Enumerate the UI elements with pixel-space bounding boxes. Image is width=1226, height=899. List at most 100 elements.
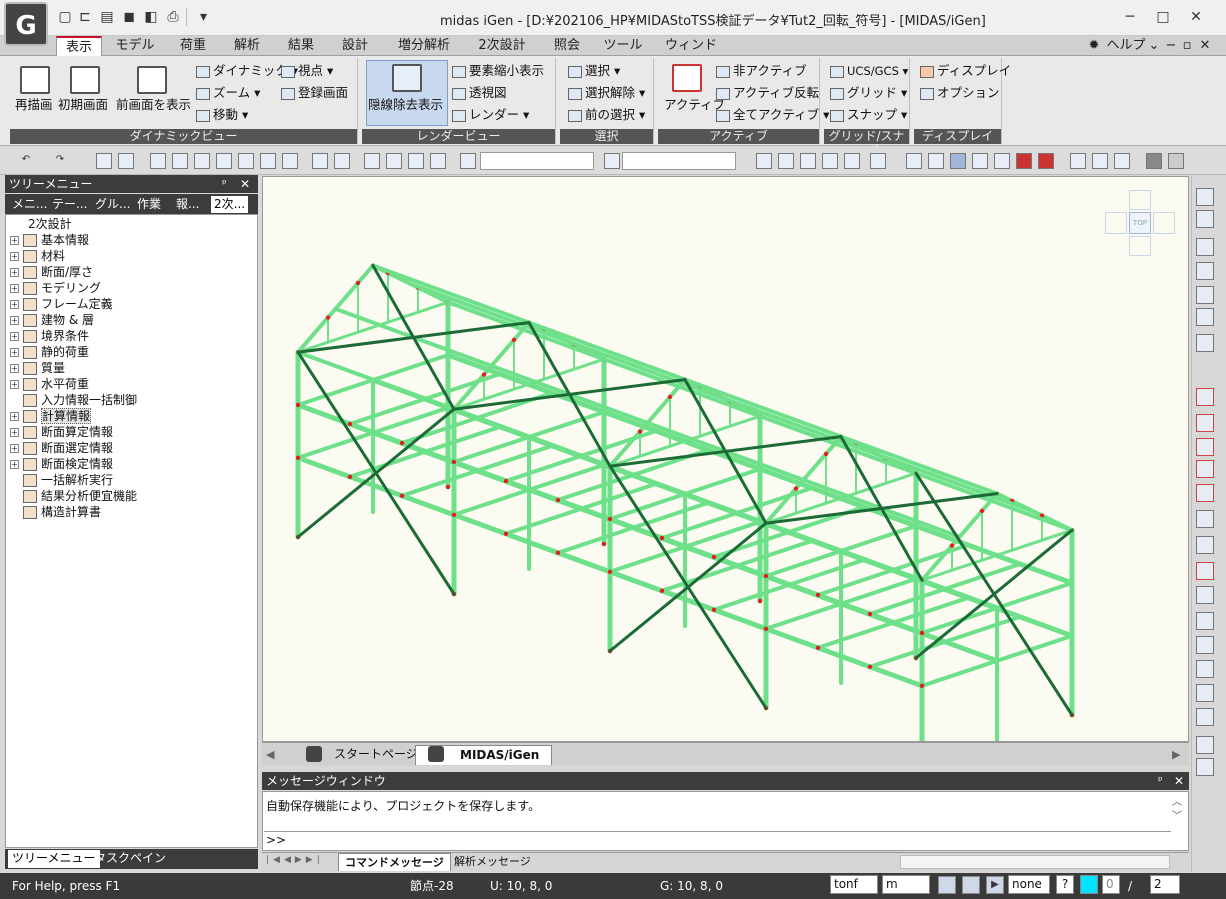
tab-model[interactable]: モデル <box>112 36 158 56</box>
select-element-icon[interactable] <box>118 153 134 169</box>
activate-all-icon[interactable] <box>822 153 838 169</box>
unselect-window-icon[interactable] <box>386 153 402 169</box>
tab-incremental[interactable]: 増分解析 <box>392 36 456 56</box>
app-logo-icon[interactable]: G <box>4 2 48 46</box>
node-marker[interactable] <box>867 611 873 617</box>
tree-item[interactable]: + 質量 <box>10 360 65 376</box>
tab-report[interactable]: 報... <box>176 196 199 213</box>
redraw-icon[interactable] <box>20 66 50 94</box>
tab-task-pane[interactable]: タスクペイン <box>90 850 170 868</box>
node-marker[interactable] <box>451 512 457 517</box>
tab-scroll-left-icon[interactable]: ◀ <box>266 748 274 761</box>
view-top-icon[interactable] <box>1196 286 1214 304</box>
shrink-button[interactable]: 要素縮小表示 <box>452 62 544 80</box>
tree-item[interactable]: + 断面検定情報 <box>10 456 113 472</box>
unselect-button[interactable]: 選択解除 ▾ <box>568 84 645 102</box>
node-marker[interactable] <box>919 683 925 688</box>
tree-item[interactable]: 一括解析実行 <box>10 472 113 488</box>
tab-menu[interactable]: メニ... <box>12 196 47 213</box>
view-cube-front[interactable] <box>1129 236 1151 256</box>
node-marker[interactable] <box>347 474 353 479</box>
expand-icon[interactable]: + <box>10 444 19 453</box>
tab-work[interactable]: 作業 <box>137 196 161 213</box>
node-marker[interactable] <box>295 455 301 460</box>
tree-item[interactable]: 結果分析便宜機能 <box>10 488 137 504</box>
undo-icon[interactable]: ↶ <box>18 153 34 169</box>
display-red-icon[interactable] <box>1016 153 1032 169</box>
viewpoint-button[interactable]: 視点 ▾ <box>281 62 333 80</box>
message-tab-nav-icon[interactable]: |◀◀▶▶| <box>266 855 324 865</box>
initial-view-icon[interactable] <box>70 66 100 94</box>
fit-icon[interactable] <box>1196 586 1214 604</box>
node-marker[interactable] <box>711 554 717 560</box>
node-marker[interactable] <box>295 402 301 408</box>
select-intersect-icon[interactable] <box>216 153 232 169</box>
node-marker[interactable] <box>815 645 821 650</box>
tab-design[interactable]: 設計 <box>334 36 376 56</box>
message-hscrollbar[interactable] <box>900 855 1170 869</box>
snap-button[interactable]: スナップ ▾ <box>830 106 907 124</box>
perspective-tb-icon[interactable] <box>928 153 944 169</box>
node-marker[interactable] <box>793 486 799 491</box>
view-cube-top[interactable]: TOP <box>1129 212 1151 234</box>
tab-secondary[interactable]: 2次... <box>211 196 249 213</box>
tab-table[interactable]: テー... <box>52 196 87 213</box>
select-single-icon[interactable] <box>150 153 166 169</box>
node-marker[interactable] <box>555 497 561 503</box>
coords-icon[interactable] <box>1196 238 1214 256</box>
page-total-input[interactable]: 2 <box>1150 875 1180 894</box>
unlock-icon[interactable] <box>1168 153 1184 169</box>
node-marker[interactable] <box>979 508 985 514</box>
tab-command-message[interactable]: コマンドメッセージ <box>338 853 451 871</box>
tab-scroll-right-icon[interactable]: ▶ <box>1172 748 1180 761</box>
view-rotate-icon[interactable] <box>1196 334 1214 352</box>
zoom-in-icon[interactable] <box>1196 414 1214 432</box>
named-view-button[interactable]: 登録画面 <box>281 84 348 102</box>
axis-icon[interactable] <box>1196 708 1214 726</box>
open-recent-icon[interactable]: ▤ <box>98 8 116 26</box>
zoom-dynamic-icon[interactable] <box>1196 484 1214 502</box>
perspective-button[interactable]: 透視図 <box>452 84 507 102</box>
page-current-input[interactable]: 0 <box>1102 875 1120 894</box>
expand-icon[interactable]: + <box>10 332 19 341</box>
tree-item[interactable]: + 静的荷重 <box>10 344 89 360</box>
activate-icon[interactable] <box>756 153 772 169</box>
query-icon[interactable] <box>312 153 328 169</box>
redo-icon[interactable]: ↷ <box>52 153 68 169</box>
expand-icon[interactable]: + <box>10 268 19 277</box>
ucs-gcs-button[interactable]: UCS/GCS ▾ <box>830 62 908 80</box>
node-marker[interactable] <box>607 569 613 574</box>
node-marker[interactable] <box>503 478 509 484</box>
node-marker[interactable] <box>637 429 643 434</box>
node-marker[interactable] <box>763 626 769 631</box>
tree-item[interactable]: + 計算情報 <box>10 408 92 424</box>
shade-icon[interactable] <box>994 153 1010 169</box>
node-marker[interactable] <box>659 535 665 541</box>
invert-active-button[interactable]: アクティブ反転 <box>716 84 819 102</box>
unselect-polygon-icon[interactable] <box>408 153 424 169</box>
previous-view-icon[interactable] <box>137 66 167 94</box>
tab-analysis-message[interactable]: 解析メッセージ <box>448 853 537 871</box>
view-cube[interactable]: TOP <box>1105 190 1177 260</box>
length-unit-select[interactable]: m <box>882 875 930 894</box>
grid-button[interactable]: グリッド ▾ <box>830 84 907 102</box>
node-marker[interactable] <box>355 280 361 286</box>
display-button[interactable]: ディスプレイ <box>920 62 1011 80</box>
tab-view[interactable]: 表示 <box>56 36 102 57</box>
tab-query[interactable]: 照会 <box>546 36 588 56</box>
zoom-fit-icon[interactable] <box>906 153 922 169</box>
expand-icon[interactable]: + <box>10 284 19 293</box>
select-by-id-icon[interactable] <box>460 153 476 169</box>
tree-item[interactable]: + 断面/厚さ <box>10 264 93 280</box>
minimize-button[interactable]: ─ <box>1114 6 1146 28</box>
node-id-input[interactable] <box>480 152 594 170</box>
help-menu[interactable]: ヘルプ <box>1106 36 1146 56</box>
render-button[interactable]: レンダー ▾ <box>452 106 529 124</box>
expand-icon[interactable]: + <box>10 316 19 325</box>
zoom-window-icon[interactable] <box>1196 388 1214 406</box>
select-window-icon[interactable] <box>172 153 188 169</box>
cube2-icon[interactable] <box>1196 636 1214 654</box>
message-scrollbar[interactable]: ︿ ﹀ <box>1172 796 1182 824</box>
force-unit-select[interactable]: tonf <box>830 875 878 894</box>
view-iso-icon[interactable] <box>1196 262 1214 280</box>
